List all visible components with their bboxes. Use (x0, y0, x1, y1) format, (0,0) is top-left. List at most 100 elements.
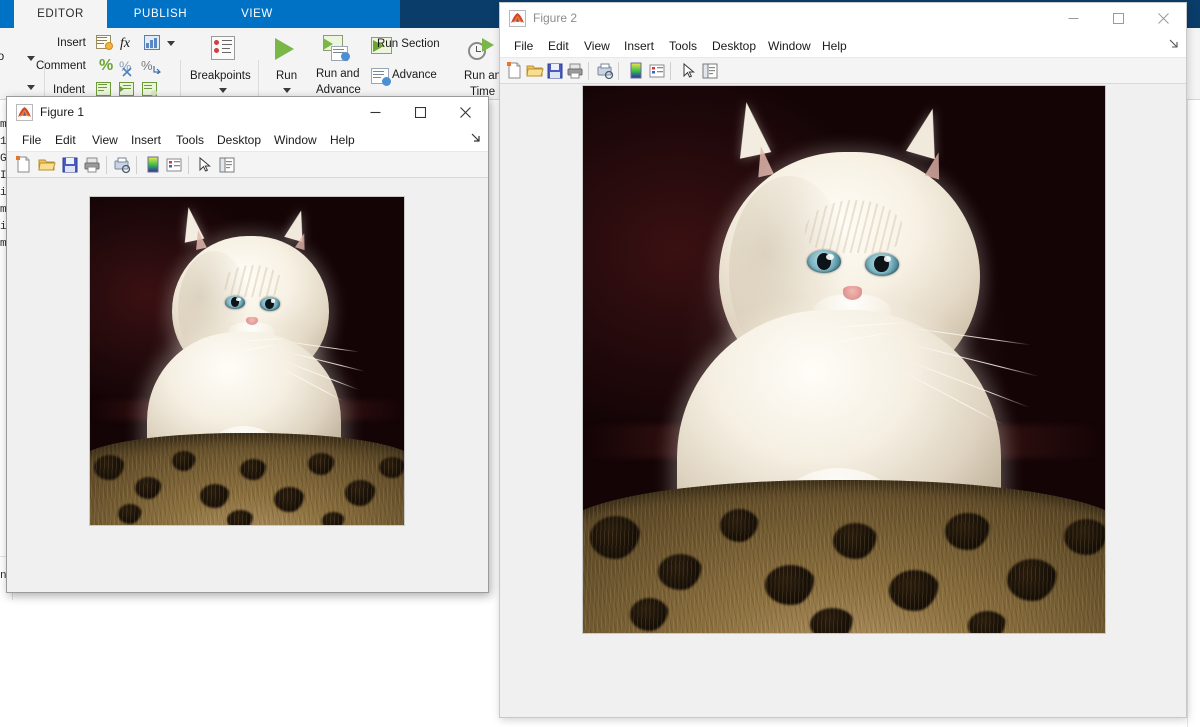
save-figure-icon[interactable] (546, 62, 564, 80)
insert-plot-icon[interactable] (144, 35, 161, 51)
figure2-menubar[interactable]: File Edit View Insert Tools Desktop Wind… (500, 34, 1186, 58)
menu-help[interactable]: Help (325, 128, 360, 152)
insert-colorbar-icon[interactable] (144, 156, 162, 174)
figure1-titlebar[interactable]: Figure 1 (7, 97, 488, 128)
menu-tools[interactable]: Tools (171, 128, 209, 152)
menu-edit[interactable]: Edit (543, 34, 574, 58)
show-plot-tools-icon[interactable] (701, 62, 719, 80)
smart-indent-icon[interactable] (96, 82, 112, 97)
comment-label[interactable]: Comment (36, 60, 86, 72)
leopard-blanket (90, 433, 404, 525)
tab-view[interactable]: VIEW (214, 0, 300, 28)
new-figure-icon[interactable] (15, 156, 33, 174)
menu-overflow-arrow-icon[interactable] (471, 133, 481, 146)
screen-root: EDITOR PUBLISH VIEW To d Insert fx (0, 0, 1200, 727)
advance-icon[interactable] (371, 68, 391, 86)
toolbar-divider (670, 62, 671, 80)
breakpoints-caret-icon[interactable] (219, 88, 227, 93)
insert-legend-icon[interactable] (165, 156, 183, 174)
toolbar-divider (188, 156, 189, 174)
find-caret-icon[interactable] (27, 85, 35, 90)
breakpoints-label[interactable]: Breakpoints (190, 70, 251, 82)
menu-window[interactable]: Window (763, 34, 816, 58)
figure2-title: Figure 2 (533, 11, 578, 25)
menu-desktop[interactable]: Desktop (212, 128, 266, 152)
menu-desktop[interactable]: Desktop (707, 34, 761, 58)
wrap-comments-arrow-icon[interactable] (153, 61, 162, 75)
figure2-toolbar[interactable] (500, 58, 1186, 84)
print-preview-icon[interactable] (113, 156, 131, 174)
uncomment-x-icon[interactable] (122, 64, 132, 77)
run-section-label[interactable]: Run Section (377, 38, 440, 50)
figure1-window[interactable]: Figure 1 File Edit View Insert Tools Des… (6, 96, 489, 593)
toolbar-divider (136, 156, 137, 174)
indent-label[interactable]: Indent (53, 84, 85, 96)
insert-function-icon[interactable]: fx (120, 36, 130, 52)
figure2-titlebar[interactable]: Figure 2 (500, 3, 1186, 34)
toolbar-divider (588, 62, 589, 80)
print-preview-icon[interactable] (596, 62, 614, 80)
comment-percent-icon[interactable]: % (99, 57, 113, 75)
menu-overflow-arrow-icon[interactable] (1169, 39, 1179, 52)
figure2-canvas[interactable] (500, 84, 1186, 717)
go-to-button[interactable]: To (0, 51, 4, 63)
figure2-kitten-image (582, 85, 1106, 634)
menu-edit[interactable]: Edit (50, 128, 81, 152)
menu-insert[interactable]: Insert (619, 34, 659, 58)
insert-label[interactable]: Insert (57, 37, 86, 49)
wrap-comments-icon[interactable]: % (141, 58, 153, 73)
open-file-icon[interactable] (526, 62, 544, 80)
figure1-window-buttons (353, 97, 488, 128)
insert-more-caret-icon[interactable] (167, 41, 175, 46)
run-and-time-icon[interactable] (468, 36, 502, 62)
insert-colorbar-icon[interactable] (627, 62, 645, 80)
desktop-right-sliver (1187, 100, 1200, 727)
print-figure-icon[interactable] (83, 156, 101, 174)
increase-indent-icon[interactable] (119, 82, 135, 97)
edit-plot-pointer-icon[interactable] (680, 62, 698, 80)
matlab-membrane-icon (16, 104, 33, 121)
tab-editor[interactable]: EDITOR (14, 0, 107, 28)
menu-window[interactable]: Window (269, 128, 322, 152)
menu-insert[interactable]: Insert (126, 128, 166, 152)
run-and-advance-label[interactable]: Run and (316, 68, 359, 80)
figure1-toolbar[interactable] (7, 152, 488, 178)
edit-plot-pointer-icon[interactable] (196, 156, 214, 174)
tab-publish[interactable]: PUBLISH (107, 0, 214, 28)
advance-label[interactable]: Advance (392, 69, 437, 81)
open-file-icon[interactable] (38, 156, 56, 174)
decrease-indent-icon[interactable] (142, 82, 158, 97)
run-and-advance-icon[interactable] (323, 35, 355, 63)
figure2-window[interactable]: Figure 2 File Edit View Insert Tools Des… (499, 2, 1187, 718)
new-figure-icon[interactable] (506, 62, 524, 80)
figure1-menubar[interactable]: File Edit View Insert Tools Desktop Wind… (7, 128, 488, 152)
minimize-button[interactable] (1051, 3, 1096, 34)
show-plot-tools-icon[interactable] (218, 156, 236, 174)
close-button[interactable] (443, 97, 488, 128)
maximize-button[interactable] (398, 97, 443, 128)
run-caret-icon[interactable] (283, 88, 291, 93)
minimize-button[interactable] (353, 97, 398, 128)
menu-file[interactable]: File (17, 128, 46, 152)
matlab-membrane-icon (509, 10, 526, 27)
menu-help[interactable]: Help (817, 34, 852, 58)
figure1-canvas[interactable] (7, 178, 488, 592)
save-figure-icon[interactable] (61, 156, 79, 174)
run-and-time-label[interactable]: Run an (464, 70, 501, 82)
go-to-caret-icon[interactable] (27, 56, 35, 61)
run-and-advance-label-2[interactable]: Advance (316, 84, 361, 96)
breakpoints-icon[interactable] (209, 36, 237, 62)
menu-tools[interactable]: Tools (664, 34, 702, 58)
menu-file[interactable]: File (509, 34, 538, 58)
figure1-title: Figure 1 (40, 105, 85, 119)
insert-section-icon[interactable] (96, 35, 114, 51)
close-button[interactable] (1141, 3, 1186, 34)
print-figure-icon[interactable] (566, 62, 584, 80)
figure2-window-buttons (1051, 3, 1186, 34)
run-play-icon[interactable] (275, 38, 294, 60)
menu-view[interactable]: View (579, 34, 615, 58)
run-label[interactable]: Run (276, 70, 297, 82)
menu-view[interactable]: View (87, 128, 123, 152)
insert-legend-icon[interactable] (648, 62, 666, 80)
maximize-button[interactable] (1096, 3, 1141, 34)
